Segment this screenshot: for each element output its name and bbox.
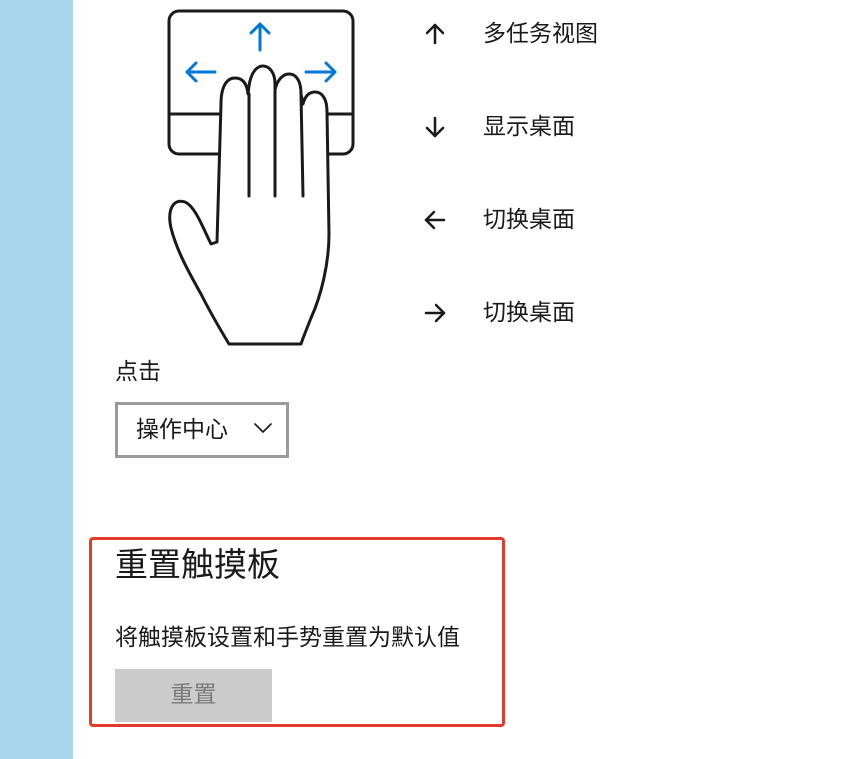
- gesture-label-swipe-left: 切换桌面: [483, 207, 575, 233]
- arrow-down-icon: [425, 116, 445, 138]
- gesture-row-swipe-left: 切换桌面: [423, 204, 753, 297]
- tap-action-dropdown[interactable]: 操作中心: [115, 402, 289, 458]
- chevron-down-icon: [254, 423, 272, 433]
- gesture-list: 多任务视图 显示桌面 切换桌面 切换桌面: [423, 18, 753, 390]
- arrow-right-icon: [424, 303, 446, 323]
- touchpad-settings-content: 多任务视图 显示桌面 切换桌面 切换桌面 点击 操作中心 重置触摸板 将触摸板设…: [73, 0, 849, 759]
- tap-setting-label: 点击: [115, 359, 161, 385]
- reset-touchpad-heading: 重置触摸板: [115, 545, 280, 584]
- gesture-label-swipe-down: 显示桌面: [483, 114, 575, 140]
- gesture-row-swipe-down: 显示桌面: [423, 111, 753, 204]
- arrow-up-icon: [425, 23, 445, 45]
- gesture-row-swipe-up: 多任务视图: [423, 18, 753, 111]
- left-background-strip: [0, 0, 73, 759]
- reset-touchpad-description: 将触摸板设置和手势重置为默认值: [115, 625, 460, 651]
- gesture-label-swipe-right: 切换桌面: [483, 300, 575, 326]
- reset-button[interactable]: 重置: [115, 669, 272, 722]
- tap-action-selected-value: 操作中心: [136, 417, 228, 443]
- arrow-left-icon: [424, 210, 446, 230]
- gesture-row-swipe-right: 切换桌面: [423, 297, 753, 390]
- three-finger-gesture-illustration: [167, 9, 355, 346]
- settings-window: 多任务视图 显示桌面 切换桌面 切换桌面 点击 操作中心 重置触摸板 将触摸板设…: [0, 0, 849, 759]
- gesture-label-swipe-up: 多任务视图: [483, 21, 598, 47]
